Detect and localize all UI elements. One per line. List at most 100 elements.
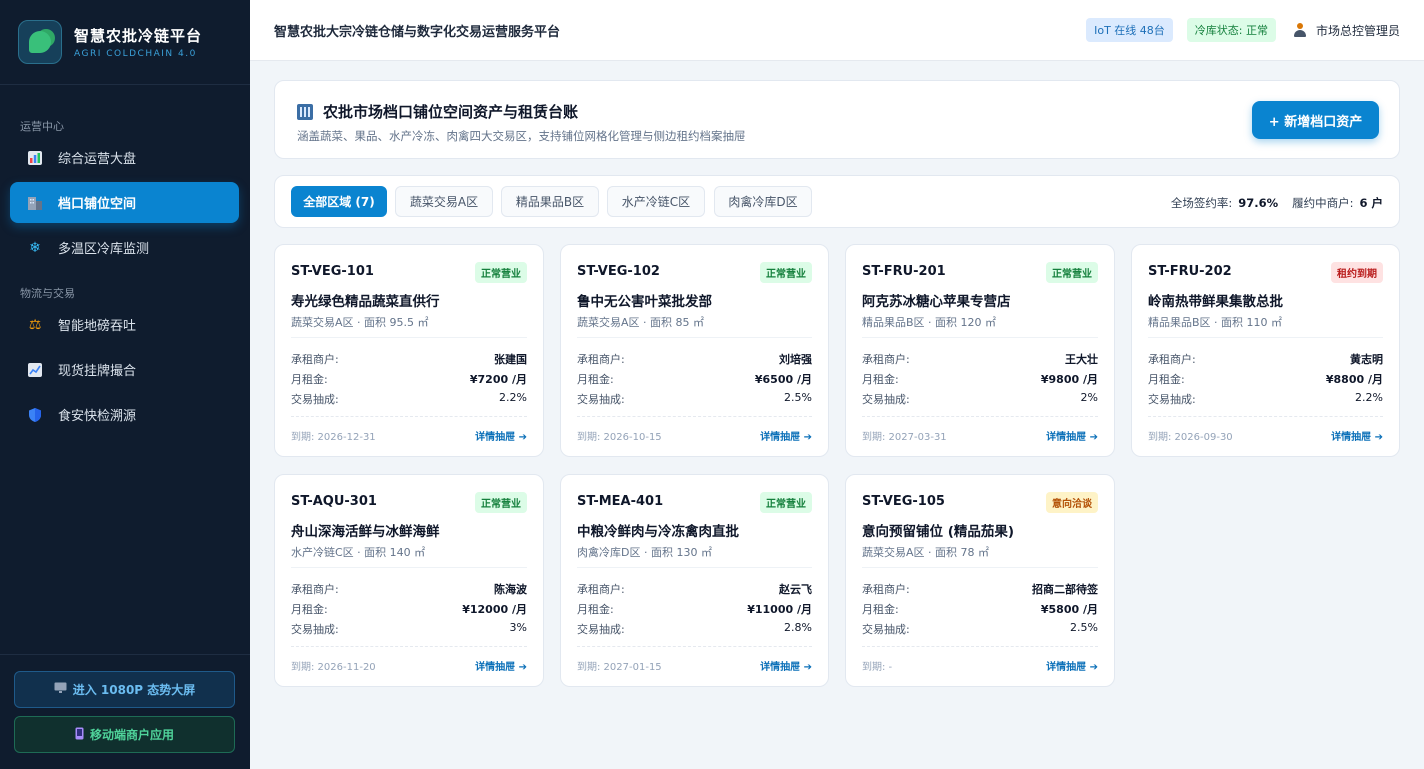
sidebar-item-stalls[interactable]: 档口铺位空间 xyxy=(10,182,239,223)
sidebar-item-label: 现货挂牌撮合 xyxy=(58,364,137,379)
page-header: 农批市场档口铺位空间资产与租赁台账 涵盖蔬菜、果品、水产冷冻、肉禽四大交易区，支… xyxy=(274,80,1400,159)
tenant-label: 承租商户: xyxy=(577,583,625,596)
tenant-value: 招商二部待签 xyxy=(1032,583,1098,596)
due-date: 到期: 2027-03-31 xyxy=(862,432,947,443)
stall-card[interactable]: ST-VEG-102 正常营业 鲁中无公害叶菜批发部 蔬菜交易A区 · 面积 85 ㎡… xyxy=(560,244,829,457)
stall-name: 寿光绿色精品蔬菜直供行 xyxy=(291,294,440,310)
stall-card[interactable]: ST-FRU-201 正常营业 阿克苏冰糖心苹果专营店 精品果品B区 · 面积 120… xyxy=(845,244,1115,457)
tenant-row: 承租商户: 王大壮 xyxy=(862,351,1098,367)
divider xyxy=(291,646,527,647)
rent-label: 月租金: xyxy=(291,603,328,616)
rent-label: 月租金: xyxy=(1148,373,1185,386)
page-subtitle: 涵盖蔬菜、果品、水产冷冻、肉禽四大交易区，支持铺位网格化管理与侧边租约档案抽屉 xyxy=(297,129,746,143)
detail-drawer-link[interactable]: 详情抽屉 ➔ xyxy=(1046,428,1098,443)
monitor-icon xyxy=(54,682,67,697)
tenant-label: 承租商户: xyxy=(291,583,339,596)
stall-zone-area: 蔬菜交易A区 · 面积 78 ㎡ xyxy=(862,546,990,559)
sidebar-item-spot-trading[interactable]: 现货挂牌撮合 xyxy=(10,349,239,390)
sidebar-divider xyxy=(0,654,250,655)
brand-subtitle: AGRI COLDCHAIN 4.0 xyxy=(74,49,197,59)
detail-drawer-link[interactable]: 详情抽屉 ➔ xyxy=(475,658,527,673)
rent-label: 月租金: xyxy=(577,603,614,616)
rent-row: 月租金: ¥8800 /月 xyxy=(1148,371,1383,387)
divider xyxy=(862,567,1098,568)
commission-label: 交易抽成: xyxy=(577,393,625,406)
stall-card[interactable]: ST-MEA-401 正常营业 中粮冷鲜肉与冷冻禽肉直批 肉禽冷库D区 · 面积 13… xyxy=(560,474,829,687)
tab-zone-a[interactable]: 蔬菜交易A区 xyxy=(395,186,493,217)
rent-value: ¥9800 /月 xyxy=(1040,373,1098,386)
shield-icon xyxy=(26,406,44,424)
mobile-app-label: 移动端商户应用 xyxy=(89,728,174,742)
chart-icon xyxy=(26,149,44,167)
user-menu[interactable]: 市场总控管理员 xyxy=(1293,22,1400,39)
commission-label: 交易抽成: xyxy=(291,623,339,636)
market-stats: 全场签约率: 97.6% 履约中商户: 6 户 xyxy=(1171,195,1383,211)
detail-drawer-link[interactable]: 详情抽屉 ➔ xyxy=(1331,428,1383,443)
rent-label: 月租金: xyxy=(862,373,899,386)
tenant-row: 承租商户: 陈海波 xyxy=(291,581,527,597)
sidebar-item-cold-storage[interactable]: ❄ 多温区冷库监测 xyxy=(10,227,239,268)
commission-row: 交易抽成: 2.5% xyxy=(862,621,1098,637)
sidebar-item-label: 食安快检溯源 xyxy=(58,409,137,424)
divider xyxy=(1148,416,1383,417)
commission-label: 交易抽成: xyxy=(577,623,625,636)
divider xyxy=(1148,337,1383,338)
mobile-app-button[interactable]: 移动端商户应用 xyxy=(14,716,235,753)
rent-row: 月租金: ¥5800 /月 xyxy=(862,601,1098,617)
commission-value: 2% xyxy=(1080,391,1098,404)
stall-card[interactable]: ST-VEG-105 意向洽谈 意向预留铺位 (精品茄果) 蔬菜交易A区 · 面积 7… xyxy=(845,474,1115,687)
stall-name: 舟山深海活鲜与冰鲜海鲜 xyxy=(291,524,440,540)
rent-row: 月租金: ¥7200 /月 xyxy=(291,371,527,387)
tab-zone-c[interactable]: 水产冷链C区 xyxy=(607,186,705,217)
stall-zone-area: 精品果品B区 · 面积 110 ㎡ xyxy=(1148,316,1283,329)
sidebar-item-label: 多温区冷库监测 xyxy=(58,242,150,257)
commission-label: 交易抽成: xyxy=(291,393,339,406)
tab-zone-d[interactable]: 肉禽冷库D区 xyxy=(714,186,812,217)
snowflake-icon: ❄ xyxy=(29,239,41,256)
divider xyxy=(862,337,1098,338)
tenant-value: 王大壮 xyxy=(1065,353,1098,366)
stall-card[interactable]: ST-VEG-101 正常营业 寿光绿色精品蔬菜直供行 蔬菜交易A区 · 面积 95.… xyxy=(274,244,544,457)
building-icon xyxy=(26,194,44,212)
big-screen-button[interactable]: 进入 1080P 态势大屏 xyxy=(14,671,235,708)
stall-card[interactable]: ST-FRU-202 租约到期 岭南热带鲜果集散总批 精品果品B区 · 面积 110 … xyxy=(1131,244,1400,457)
sidebar-item-dashboard[interactable]: 综合运营大盘 xyxy=(10,137,239,178)
stall-card[interactable]: ST-AQU-301 正常营业 舟山深海活鲜与冰鲜海鲜 水产冷链C区 · 面积 140… xyxy=(274,474,544,687)
tab-zone-b[interactable]: 精品果品B区 xyxy=(501,186,599,217)
tenant-value: 黄志明 xyxy=(1350,353,1383,366)
detail-drawer-link[interactable]: 详情抽屉 ➔ xyxy=(760,658,812,673)
commission-row: 交易抽成: 2.5% xyxy=(577,391,812,407)
detail-drawer-link[interactable]: 详情抽屉 ➔ xyxy=(1046,658,1098,673)
page-title-text: 农批市场档口铺位空间资产与租赁台账 xyxy=(323,103,579,121)
stall-name: 阿克苏冰糖心苹果专营店 xyxy=(862,294,1011,310)
divider xyxy=(862,416,1098,417)
commission-value: 2.5% xyxy=(784,391,812,404)
tab-all-zones[interactable]: 全部区域 (7) xyxy=(291,186,387,217)
tenant-row: 承租商户: 刘培强 xyxy=(577,351,812,367)
zone-filter-bar: 全部区域 (7) 蔬菜交易A区 精品果品B区 水产冷链C区 肉禽冷库D区 全场签… xyxy=(274,175,1400,228)
due-date: 到期: 2026-11-20 xyxy=(291,662,376,673)
detail-drawer-link[interactable]: 详情抽屉 ➔ xyxy=(475,428,527,443)
rent-value: ¥5800 /月 xyxy=(1040,603,1098,616)
divider xyxy=(291,416,527,417)
add-stall-button[interactable]: + 新增档口资产 xyxy=(1252,101,1379,139)
building-icon xyxy=(297,103,313,120)
commission-row: 交易抽成: 2.2% xyxy=(1148,391,1383,407)
sidebar-item-food-safety[interactable]: 食安快检溯源 xyxy=(10,394,239,435)
stall-code: ST-FRU-201 xyxy=(862,264,946,279)
rent-row: 月租金: ¥6500 /月 xyxy=(577,371,812,387)
rent-row: 月租金: ¥11000 /月 xyxy=(577,601,812,617)
sidebar-item-weighbridge[interactable]: ⚖ 智能地磅吞吐 xyxy=(10,304,239,345)
brand: 智慧农批冷链平台 AGRI COLDCHAIN 4.0 xyxy=(0,0,250,85)
tenant-value: 赵云飞 xyxy=(779,583,812,596)
user-name: 市场总控管理员 xyxy=(1315,23,1400,38)
stall-zone-area: 蔬菜交易A区 · 面积 95.5 ㎡ xyxy=(291,316,429,329)
section-title-logistics: 物流与交易 xyxy=(20,287,75,300)
due-date: 到期: 2027-01-15 xyxy=(577,662,662,673)
stall-code: ST-VEG-105 xyxy=(862,494,945,509)
rent-row: 月租金: ¥9800 /月 xyxy=(862,371,1098,387)
detail-drawer-link[interactable]: 详情抽屉 ➔ xyxy=(760,428,812,443)
status-badge: 正常营业 xyxy=(760,262,812,283)
sign-rate-label: 全场签约率: xyxy=(1170,196,1233,210)
stall-code: ST-AQU-301 xyxy=(291,494,377,509)
